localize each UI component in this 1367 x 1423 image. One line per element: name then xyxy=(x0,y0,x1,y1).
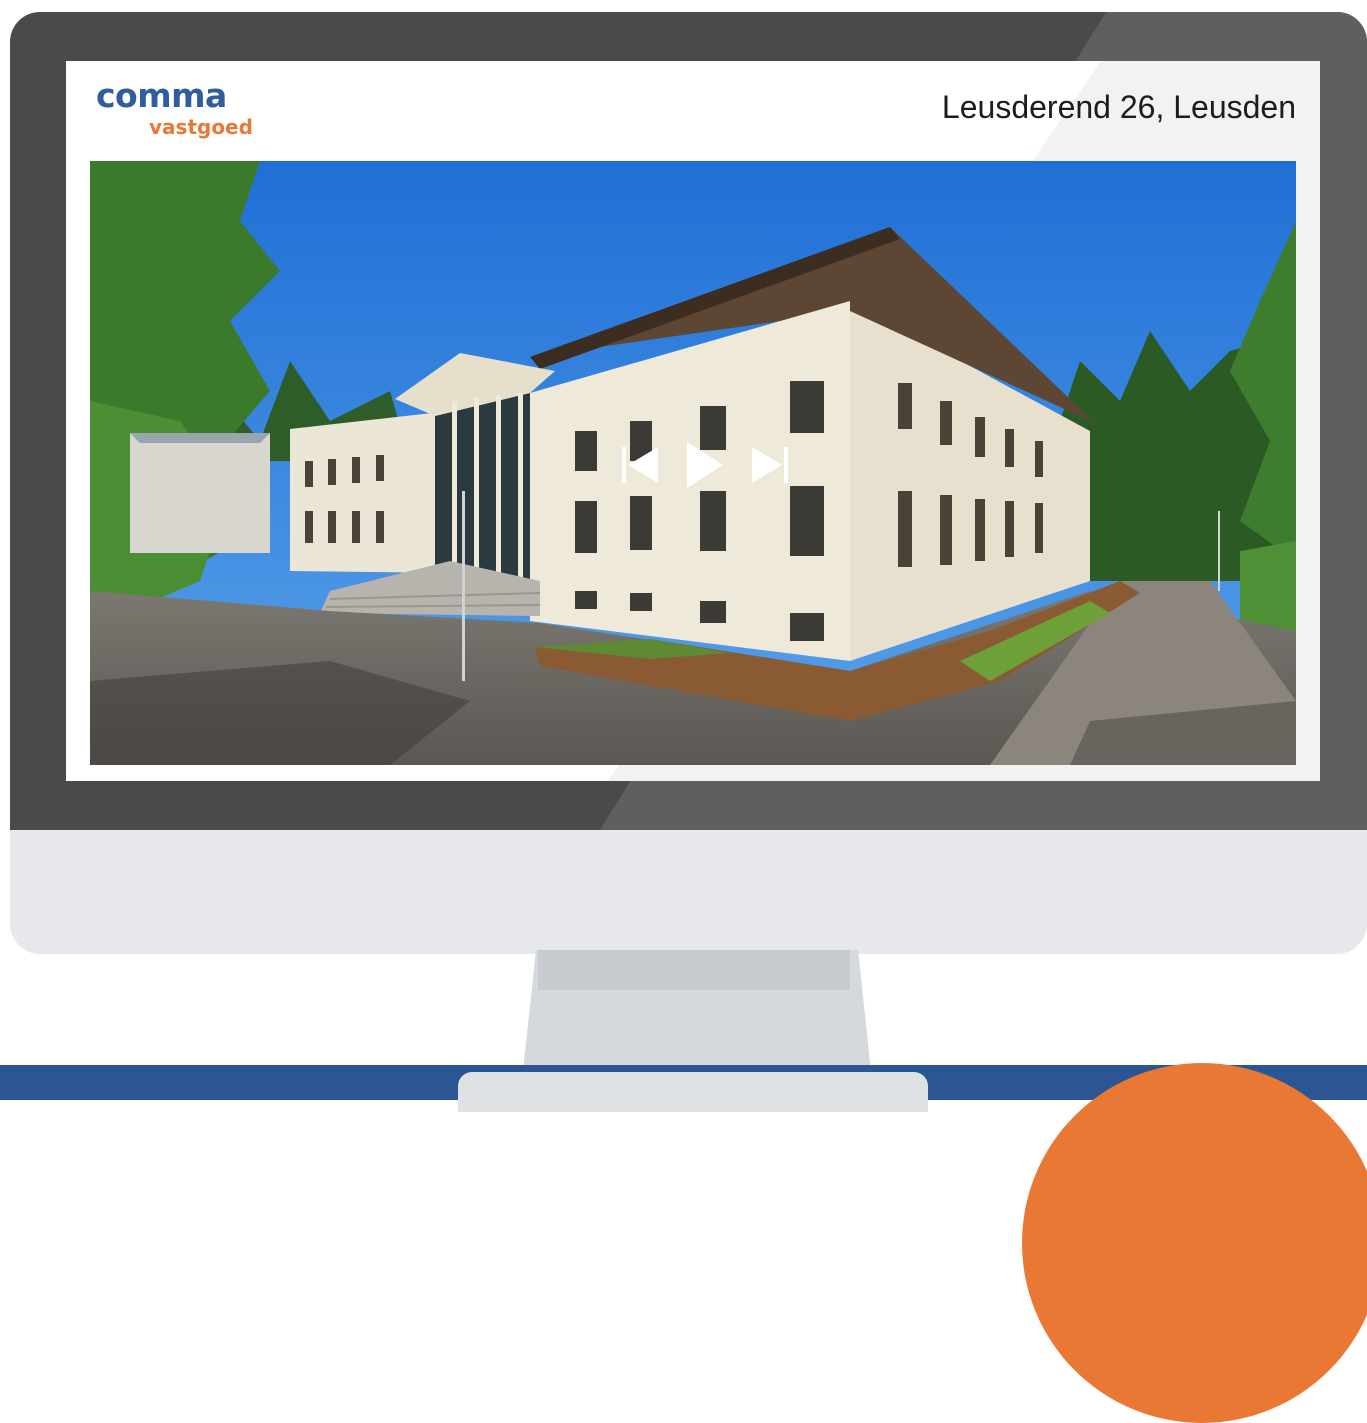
slideshow-controls xyxy=(620,439,790,491)
monitor: comma vastgoed Leusderend 26, Leusden xyxy=(10,12,1367,954)
orange-circle-decoration xyxy=(1022,1063,1367,1423)
property-photo[interactable] xyxy=(90,161,1296,765)
comma-vastgoed-logo[interactable]: comma vastgoed xyxy=(96,77,286,147)
property-address: Leusderend 26, Leusden xyxy=(941,89,1296,125)
logo-brand-text: comma xyxy=(96,76,227,115)
monitor-stand-base xyxy=(458,1072,928,1112)
monitor-stand-shadow xyxy=(538,950,850,990)
skip-back-icon[interactable] xyxy=(620,441,660,489)
monitor-screen: comma vastgoed Leusderend 26, Leusden xyxy=(66,61,1320,781)
play-icon[interactable] xyxy=(685,440,725,490)
logo-sub-text: vastgoed xyxy=(149,115,253,139)
skip-forward-icon[interactable] xyxy=(750,441,790,489)
